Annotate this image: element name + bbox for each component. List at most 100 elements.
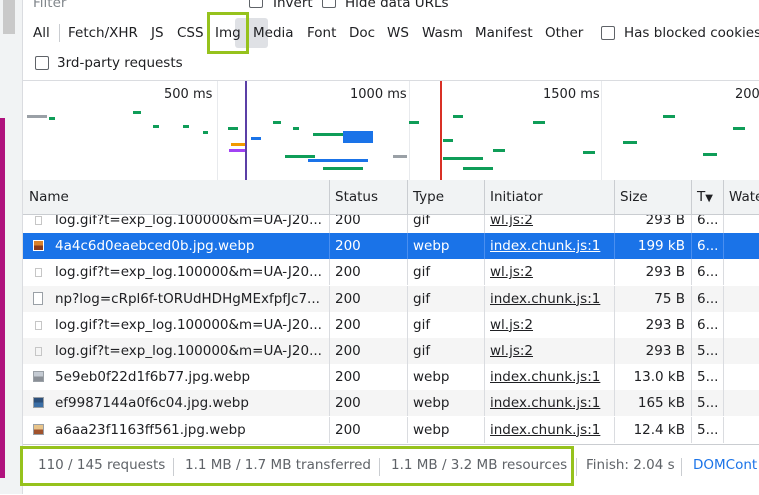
type-filter-js[interactable]: JS bbox=[151, 16, 164, 50]
column-divider bbox=[484, 390, 485, 417]
column-divider bbox=[329, 215, 330, 233]
table-row[interactable]: log.gif?t=exp_log.100000&m=UA-J20... 200 g… bbox=[23, 311, 759, 338]
table-row[interactable]: ef9987144a0f6c04.jpg.webp 200 webp index.ch… bbox=[23, 390, 759, 417]
cell-initiator-text[interactable]: wl.js:2 bbox=[490, 343, 533, 359]
column-divider bbox=[691, 416, 692, 443]
cell-initiator-text[interactable]: index.chunk.js:1 bbox=[490, 238, 600, 254]
cell-initiator[interactable]: wl.js:2 bbox=[484, 312, 614, 338]
network-overview[interactable]: 500 ms 1000 ms 1500 ms 200 bbox=[23, 80, 759, 182]
cell-type: gif bbox=[407, 338, 484, 364]
column-divider bbox=[691, 233, 692, 260]
type-filter-wasm[interactable]: Wasm bbox=[422, 16, 463, 50]
waterfall-bar bbox=[663, 115, 675, 118]
type-filter-ws[interactable]: WS bbox=[387, 16, 409, 50]
cell-initiator[interactable]: index.chunk.js:1 bbox=[484, 390, 614, 416]
cell-initiator-text[interactable]: index.chunk.js:1 bbox=[490, 291, 600, 307]
cell-initiator[interactable]: index.chunk.js:1 bbox=[484, 233, 614, 259]
cell-initiator[interactable]: index.chunk.js:1 bbox=[484, 286, 614, 312]
waterfall-bar bbox=[308, 159, 368, 162]
type-filter-media[interactable]: Media bbox=[253, 16, 294, 50]
overview-tick-1000: 1000 ms bbox=[350, 87, 407, 102]
table-row[interactable]: log.gif?t=exp_log.100000&m=UA-J20... 200 g… bbox=[23, 215, 759, 233]
cell-waterfall bbox=[723, 417, 759, 443]
cell-size-text: 293 B bbox=[645, 264, 685, 281]
column-divider bbox=[723, 233, 724, 260]
column-header-name[interactable]: Name bbox=[23, 180, 329, 214]
cell-initiator-text[interactable]: wl.js:2 bbox=[490, 317, 533, 333]
overview-tick-2000: 200 bbox=[735, 87, 759, 102]
waterfall-bar bbox=[343, 131, 373, 143]
table-row[interactable]: np?log=cRpl6f-tORUdHDHgMExfpfJc7... 200 gi… bbox=[23, 285, 759, 312]
column-divider bbox=[723, 416, 724, 443]
column-divider bbox=[691, 215, 692, 233]
column-header-type[interactable]: Type bbox=[407, 180, 484, 214]
type-filter-doc[interactable]: Doc bbox=[349, 16, 375, 50]
cell-size-text: 199 kB bbox=[637, 238, 685, 255]
column-divider bbox=[484, 233, 485, 260]
cell-size: 12.4 kB bbox=[614, 417, 691, 443]
cell-initiator[interactable]: index.chunk.js:1 bbox=[484, 364, 614, 390]
column-header-time[interactable]: T▼ bbox=[691, 180, 723, 214]
table-row[interactable]: 4a4c6d0eaebced0b.jpg.webp 200 webp index.ch… bbox=[23, 233, 759, 260]
cell-initiator-text[interactable]: index.chunk.js:1 bbox=[490, 369, 600, 385]
filter-toolbar: Filter Invert Hide data URLs All Fetch/X… bbox=[23, 0, 759, 79]
cell-time-text: 6... bbox=[697, 316, 719, 333]
cell-initiator[interactable]: wl.js:2 bbox=[484, 259, 614, 285]
cell-initiator-text[interactable]: wl.js:2 bbox=[490, 264, 533, 280]
overview-gridline bbox=[217, 81, 218, 181]
scrollbar-thumb[interactable] bbox=[3, 0, 15, 34]
cell-size: 293 B bbox=[614, 338, 691, 364]
column-header-initiator[interactable]: Initiator bbox=[484, 180, 614, 214]
type-filter-other[interactable]: Other bbox=[545, 16, 583, 50]
waterfall-bar bbox=[533, 121, 545, 124]
type-filter-fetch-xhr[interactable]: Fetch/XHR bbox=[68, 16, 138, 50]
has-blocked-cookies-checkbox[interactable] bbox=[601, 26, 615, 40]
requests-table-body: log.gif?t=exp_log.100000&m=UA-J20... 200 g… bbox=[23, 215, 759, 443]
type-filter-all[interactable]: All bbox=[33, 16, 50, 50]
cell-type-text: webp bbox=[413, 238, 450, 255]
waterfall-bar bbox=[443, 157, 483, 160]
cell-initiator-text[interactable]: index.chunk.js:1 bbox=[490, 422, 600, 438]
column-divider bbox=[329, 311, 330, 338]
cell-time-text: 5... bbox=[697, 421, 719, 438]
cell-size: 75 B bbox=[614, 286, 691, 312]
table-row[interactable]: a6aa23f1163ff561.jpg.webp 200 webp index.ch… bbox=[23, 416, 759, 443]
column-divider bbox=[329, 416, 330, 443]
status-domcontentloaded: DOMCont bbox=[693, 457, 758, 473]
column-header-status[interactable]: Status bbox=[329, 180, 407, 214]
cell-name-text: np?log=cRpl6f-tORUdHDHgMExfpfJc7... bbox=[55, 290, 320, 307]
waterfall-bar bbox=[49, 117, 55, 120]
column-divider bbox=[691, 390, 692, 417]
cell-status-text: 200 bbox=[335, 421, 361, 438]
cell-size-text: 293 B bbox=[645, 316, 685, 333]
hide-data-urls-checkbox[interactable] bbox=[322, 0, 336, 8]
invert-checkbox[interactable] bbox=[249, 0, 263, 8]
column-header-waterfall[interactable]: Wate bbox=[723, 180, 759, 214]
type-filter-font[interactable]: Font bbox=[307, 16, 336, 50]
type-filter-manifest[interactable]: Manifest bbox=[475, 16, 533, 50]
type-filter-css[interactable]: CSS bbox=[177, 16, 204, 50]
cell-initiator-text[interactable]: wl.js:2 bbox=[490, 215, 533, 228]
column-divider bbox=[484, 285, 485, 312]
table-row[interactable]: log.gif?t=exp_log.100000&m=UA-J20... 200 g… bbox=[23, 259, 759, 286]
cell-name: a6aa23f1163ff561.jpg.webp bbox=[23, 417, 329, 443]
cell-size-text: 75 B bbox=[654, 290, 685, 307]
cell-initiator[interactable]: wl.js:2 bbox=[484, 338, 614, 364]
cell-type-text: gif bbox=[413, 316, 431, 333]
cell-status-text: 200 bbox=[335, 215, 361, 228]
column-divider bbox=[407, 259, 408, 286]
cell-initiator[interactable]: index.chunk.js:1 bbox=[484, 417, 614, 443]
filter-input[interactable]: Filter bbox=[33, 0, 66, 11]
cell-time: 5... bbox=[691, 338, 723, 364]
column-header-size[interactable]: Size bbox=[614, 180, 691, 214]
cell-time: 5... bbox=[691, 417, 723, 443]
cell-initiator-text[interactable]: index.chunk.js:1 bbox=[490, 395, 600, 411]
table-row[interactable]: 5e9eb0f22d1f6b77.jpg.webp 200 webp index.ch… bbox=[23, 364, 759, 391]
waterfall-bar bbox=[203, 131, 208, 134]
third-party-checkbox[interactable] bbox=[35, 56, 49, 70]
table-row[interactable]: log.gif?t=exp_log.100000&m=UA-J20... 200 g… bbox=[23, 338, 759, 364]
cell-initiator[interactable]: wl.js:2 bbox=[484, 215, 614, 233]
cell-waterfall bbox=[723, 338, 759, 364]
img-filter-highlight-box bbox=[207, 12, 249, 54]
cell-name: log.gif?t=exp_log.100000&m=UA-J20... bbox=[23, 338, 329, 364]
